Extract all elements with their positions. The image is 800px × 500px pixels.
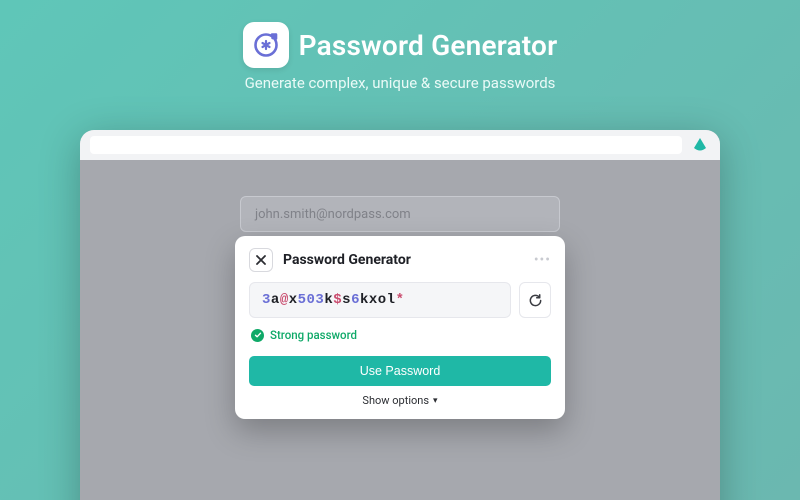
use-password-button[interactable]: Use Password <box>249 356 551 386</box>
check-icon <box>251 329 264 342</box>
password-generator-popup: Password Generator ••• 3a@x503k$s6kxol* … <box>235 236 565 419</box>
url-bar[interactable] <box>90 136 682 154</box>
popup-title: Password Generator <box>283 252 411 268</box>
regenerate-button[interactable] <box>519 282 551 318</box>
close-button[interactable] <box>249 248 273 272</box>
app-logo-icon <box>243 22 289 68</box>
browser-viewport: john.smith@nordpass.com Password Generat… <box>80 160 720 500</box>
strength-indicator: Strong password <box>251 328 549 342</box>
strength-label: Strong password <box>270 328 357 342</box>
show-options-toggle[interactable]: Show options ▾ <box>249 394 551 407</box>
browser-toolbar <box>80 130 720 160</box>
extension-icon[interactable] <box>690 135 710 155</box>
hero-subtitle: Generate complex, unique & secure passwo… <box>0 74 800 92</box>
generated-password[interactable]: 3a@x503k$s6kxol* <box>249 282 511 318</box>
show-options-label: Show options <box>362 394 429 407</box>
chevron-down-icon: ▾ <box>433 396 438 406</box>
hero-header: Password Generator Generate complex, uni… <box>0 0 800 92</box>
more-icon[interactable]: ••• <box>534 252 551 268</box>
email-field[interactable]: john.smith@nordpass.com <box>240 196 560 232</box>
hero-title: Password Generator <box>299 29 558 62</box>
browser-window: john.smith@nordpass.com Password Generat… <box>80 130 720 500</box>
